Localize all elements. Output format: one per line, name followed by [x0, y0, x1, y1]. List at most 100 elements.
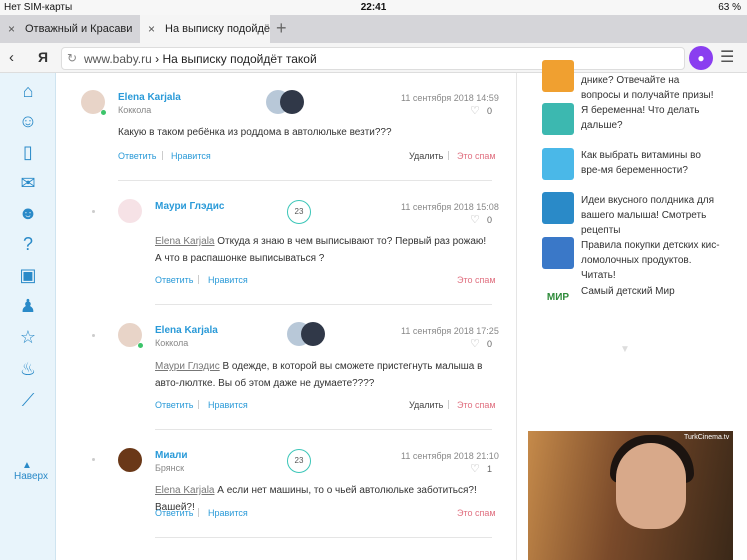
- comment-date: 11 сентября 2018 21:10: [401, 451, 499, 461]
- tab-1[interactable]: × Отважный и Красави: [0, 15, 139, 43]
- browser-toolbar: ‹ Я ↻ www.baby.ru › На выписку подойдёт …: [0, 43, 747, 73]
- question-icon[interactable]: ?: [16, 232, 40, 256]
- pot-icon[interactable]: ♨: [16, 357, 40, 381]
- heart-icon[interactable]: ♡: [470, 337, 480, 350]
- comment-author[interactable]: Миали: [155, 450, 188, 461]
- microphone-icon[interactable]: ●: [689, 46, 713, 70]
- promo-link[interactable]: Как выбрать витамины во вре-мя беременно…: [581, 148, 721, 178]
- promo-link[interactable]: Самый детский Мир: [581, 284, 721, 299]
- heart-icon[interactable]: ♡: [470, 462, 480, 475]
- back-icon[interactable]: ‹: [9, 49, 14, 66]
- baby-icon[interactable]: ☺: [16, 109, 40, 133]
- comment-text: Elena Karjala Откуда я знаю в чем выписы…: [155, 236, 487, 264]
- girl-icon[interactable]: ☻: [16, 201, 40, 225]
- comment-text: Elena Karjala А если нет машины, то о чь…: [155, 485, 477, 513]
- delete-link[interactable]: Удалить: [409, 151, 443, 161]
- menu-icon[interactable]: ☰: [720, 47, 734, 67]
- reply-link[interactable]: Ответить: [155, 400, 193, 410]
- kids-avatar: [280, 90, 304, 114]
- mir-logo-icon[interactable]: МИР: [542, 282, 574, 314]
- address-sep: ›: [151, 52, 163, 66]
- avatar[interactable]: [118, 199, 142, 223]
- tab-label: На выписку подойдёт: [165, 23, 270, 35]
- comment-date: 11 сентября 2018 14:59: [401, 93, 499, 103]
- reply-link[interactable]: Ответить: [118, 151, 156, 161]
- mail-icon[interactable]: ✉: [16, 171, 40, 195]
- like-count: 1: [487, 464, 493, 474]
- back-to-top-link[interactable]: Наверх: [14, 471, 48, 482]
- spam-link[interactable]: Это спам: [457, 151, 496, 161]
- like-count: 0: [487, 106, 493, 116]
- reply-link[interactable]: Ответить: [155, 275, 193, 285]
- comment-author[interactable]: Elena Karjala: [155, 325, 218, 336]
- online-indicator: [138, 343, 143, 348]
- separator: [198, 275, 199, 284]
- promo-link[interactable]: Идеи вкусного полдника для вашего малыша…: [581, 193, 721, 238]
- separator: [162, 151, 163, 160]
- people-icon[interactable]: ♟: [16, 294, 40, 318]
- promo-link[interactable]: днике? Отвечайте на вопросы и получайте …: [581, 73, 721, 103]
- chevron-down-icon[interactable]: ▼: [620, 344, 630, 355]
- comment-date: 11 сентября 2018 17:25: [401, 326, 499, 336]
- close-icon[interactable]: ×: [8, 22, 15, 36]
- promo-link[interactable]: Я беременна! Что делать дальше?: [581, 103, 721, 133]
- comment-author[interactable]: Маури Глэдис: [155, 201, 224, 212]
- spam-link[interactable]: Это спам: [457, 508, 496, 518]
- home-icon[interactable]: ⌂: [16, 79, 40, 103]
- up-arrow-icon[interactable]: ▲: [22, 460, 32, 471]
- spam-link[interactable]: Это спам: [457, 275, 496, 285]
- like-link[interactable]: Нравится: [208, 400, 248, 410]
- delete-link[interactable]: Удалить: [409, 400, 443, 410]
- comment-author[interactable]: Elena Karjala: [118, 92, 181, 103]
- thread-dot: [92, 334, 95, 337]
- video-ad[interactable]: TurkCinema.tv: [528, 431, 733, 560]
- promo-thumb-cutlery-icon[interactable]: [542, 192, 574, 224]
- separator: [198, 508, 199, 517]
- status-bar: Нет SIM-карты 22:41 63 %: [0, 0, 747, 15]
- reply-link[interactable]: Ответить: [155, 508, 193, 518]
- spam-link[interactable]: Это спам: [457, 400, 496, 410]
- comment-divider: [155, 304, 492, 305]
- close-icon[interactable]: ×: [148, 22, 155, 36]
- promo-thumb-cart-icon[interactable]: [542, 237, 574, 269]
- reply-reference[interactable]: Маури Глэдис: [155, 361, 220, 372]
- star-icon[interactable]: ☆: [16, 325, 40, 349]
- comment-text: Какую в таком ребёнка из роддома в автол…: [118, 127, 392, 138]
- promo-link[interactable]: Правила покупки детских кис-ломолочных п…: [581, 238, 721, 283]
- book-icon[interactable]: ▯: [16, 140, 40, 164]
- ruler-icon[interactable]: ⟋: [16, 388, 40, 412]
- separator: [448, 151, 449, 160]
- heart-icon[interactable]: ♡: [470, 213, 480, 226]
- tab-label: Отважный и Красави: [25, 23, 133, 35]
- column-divider: [516, 73, 517, 560]
- like-count: 0: [487, 215, 493, 225]
- avatar[interactable]: [118, 448, 142, 472]
- comment-text: Маури Глэдис В одежде, в которой вы смож…: [155, 361, 483, 389]
- reload-icon[interactable]: ↻: [67, 51, 77, 65]
- like-count: 0: [487, 339, 493, 349]
- kids-avatar: [301, 322, 325, 346]
- like-link[interactable]: Нравится: [171, 151, 211, 161]
- side-navigation: ⌂ ☺ ▯ ✉ ☻ ? ▣ ♟ ☆ ♨ ⟋ ▲ Наверх: [0, 73, 56, 560]
- camera-icon[interactable]: ▣: [16, 263, 40, 287]
- heart-icon[interactable]: ♡: [470, 104, 480, 117]
- new-tab-icon[interactable]: +: [276, 18, 287, 39]
- reply-reference[interactable]: Elena Karjala: [155, 236, 214, 247]
- promo-thumb-pill-icon[interactable]: [542, 148, 574, 180]
- promo-thumb-pregnancy-test-icon[interactable]: [542, 103, 574, 135]
- comment-divider: [118, 180, 492, 181]
- comment-divider: [155, 429, 492, 430]
- separator: [448, 400, 449, 409]
- comment-date: 11 сентября 2018 15:08: [401, 202, 499, 212]
- like-link[interactable]: Нравится: [208, 275, 248, 285]
- address-title: На выписку подойдёт такой: [162, 52, 317, 66]
- yandex-logo-icon[interactable]: Я: [38, 49, 48, 65]
- promo-thumb-quiz-icon[interactable]: [542, 60, 574, 92]
- tab-2-active[interactable]: × На выписку подойдёт: [140, 15, 270, 43]
- video-person-face: [616, 443, 686, 529]
- comment-city: Брянск: [155, 463, 185, 473]
- thread-dot: [92, 210, 95, 213]
- reply-reference[interactable]: Elena Karjala: [155, 485, 214, 496]
- like-link[interactable]: Нравится: [208, 508, 248, 518]
- address-bar[interactable]: ↻ www.baby.ru › На выписку подойдёт тако…: [61, 47, 685, 70]
